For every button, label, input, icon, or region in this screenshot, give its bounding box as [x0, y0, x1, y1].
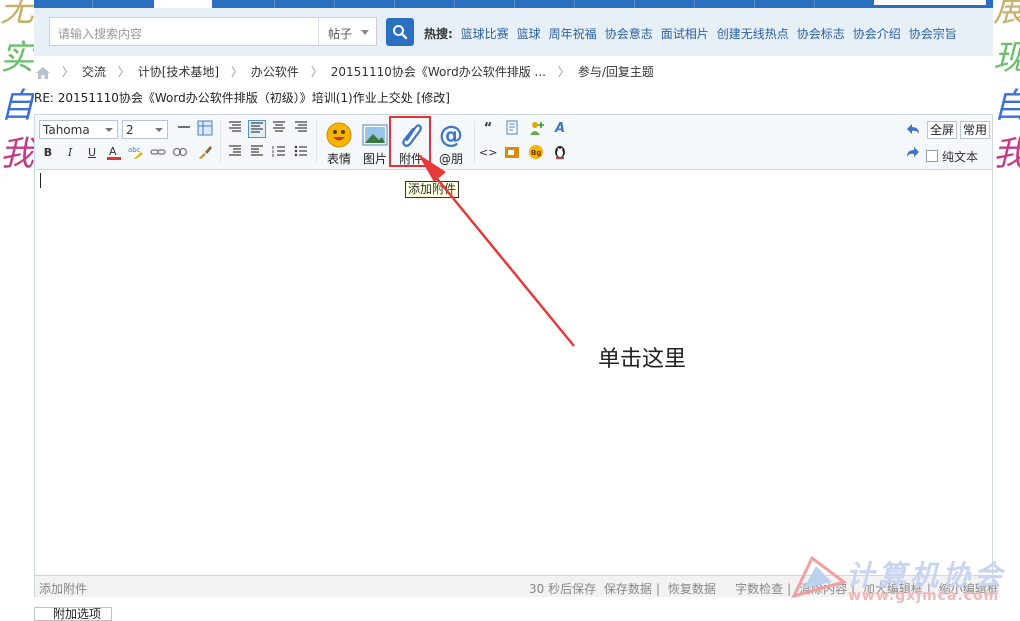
annotation-text: 单击这里	[598, 347, 687, 372]
attach-options-tab[interactable]: 附加选项	[34, 607, 112, 621]
watermark-logo	[791, 555, 848, 599]
watermark-url: www.gxjmca.com	[848, 588, 1000, 604]
annotation-arrow	[418, 154, 575, 347]
watermark: 计算机协会 www.gxjmca.com	[790, 548, 1010, 610]
